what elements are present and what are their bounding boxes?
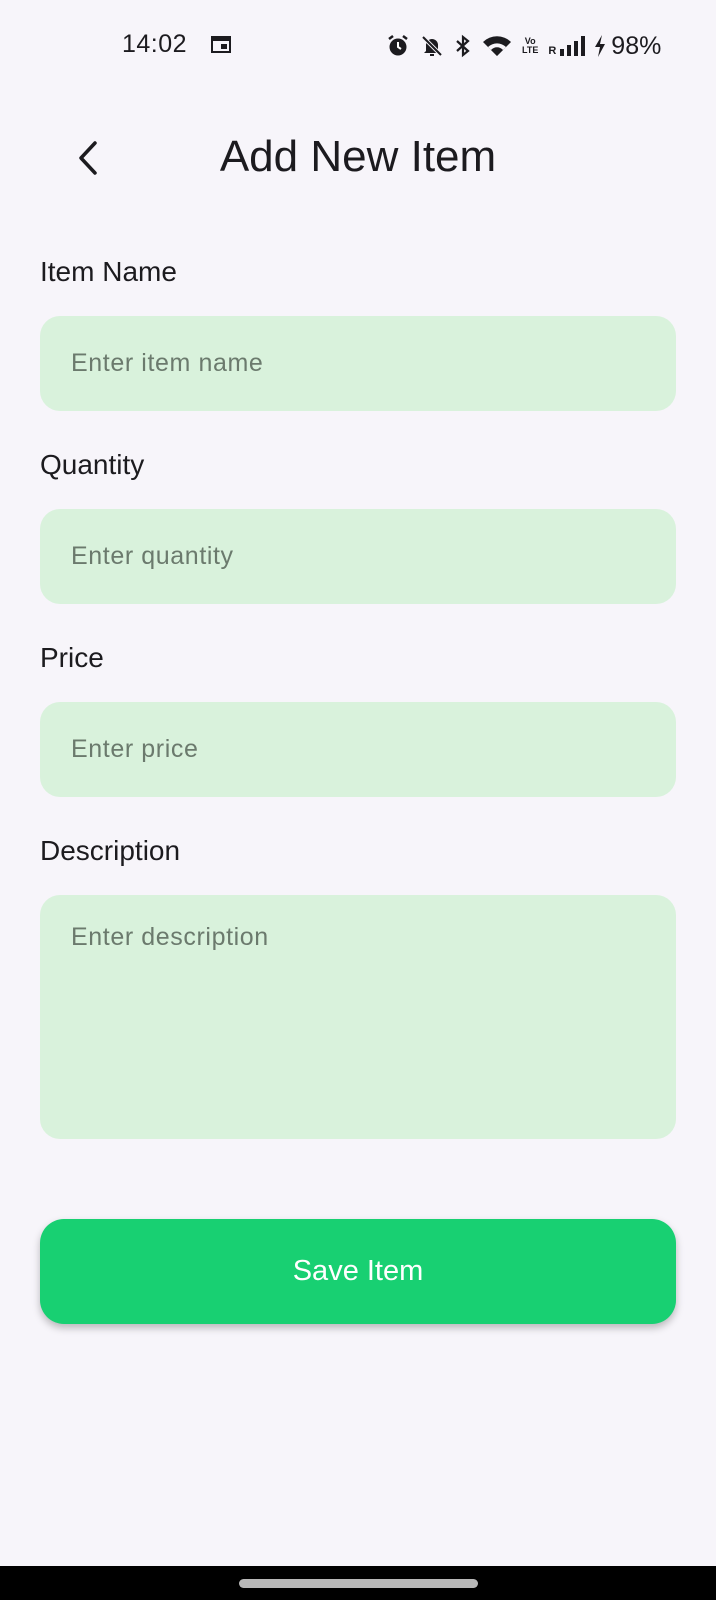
item-name-label: Item Name: [40, 256, 177, 287]
roaming-indicator: R: [548, 45, 557, 57]
bell-off-icon: [420, 34, 444, 58]
wifi-icon: [482, 34, 512, 58]
system-nav-bar: [0, 1566, 716, 1600]
app-header: Add New Item: [0, 120, 716, 200]
bluetooth-icon: [454, 34, 472, 58]
description-input[interactable]: [40, 895, 676, 1139]
item-name-input[interactable]: [40, 316, 676, 411]
signal-icon: R: [548, 35, 587, 57]
quantity-label: Quantity: [40, 449, 145, 480]
alarm-icon: [386, 34, 410, 58]
calendar-icon: [211, 36, 231, 53]
volte-icon: Vo LTE: [522, 37, 538, 55]
volte-bottom: LTE: [522, 45, 539, 55]
battery-level: 98%: [611, 31, 662, 60]
charging-icon: [593, 34, 607, 58]
status-icons: Vo LTE R 98%: [386, 32, 661, 60]
status-bar: 14:02 Vo LTE R 98%: [0, 0, 716, 92]
save-item-button[interactable]: Save Item: [40, 1219, 676, 1324]
price-input[interactable]: [40, 702, 676, 797]
quantity-input[interactable]: [40, 509, 676, 604]
status-time: 14:02: [122, 30, 188, 58]
price-label: Price: [40, 642, 104, 673]
description-label: Description: [40, 835, 181, 866]
page-title: Add New Item: [219, 132, 497, 181]
home-gesture-handle[interactable]: [239, 1579, 478, 1588]
